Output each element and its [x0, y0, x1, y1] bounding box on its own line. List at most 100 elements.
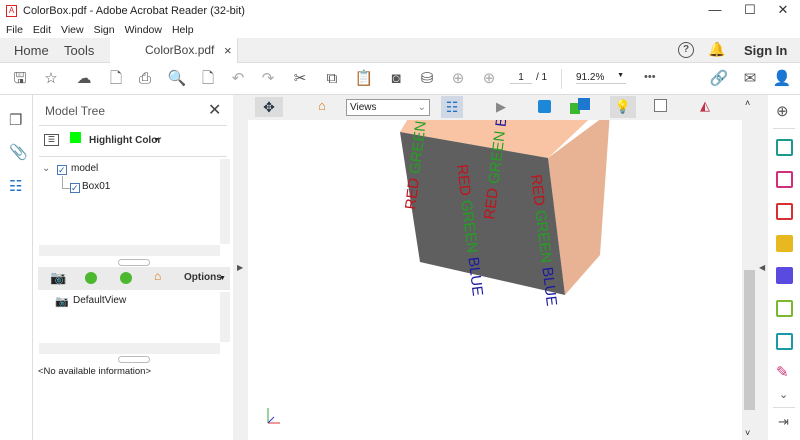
tab-tools[interactable]: Tools [64, 38, 94, 63]
chevron-down-icon[interactable]: ▼ [153, 137, 160, 144]
expand-chevron-icon[interactable]: ⌄ [42, 163, 50, 174]
zoom-select[interactable]: 91.2% ▼ [576, 72, 626, 84]
previous-page-icon[interactable]: ⊕ [448, 69, 468, 89]
tab-document[interactable]: ColorBox.pdf × [110, 38, 238, 64]
menu-bar: File Edit View Sign Window Help [0, 21, 800, 38]
email-icon[interactable]: ✉ [740, 69, 760, 89]
views-select-value: Views [350, 102, 377, 113]
zoom-search-icon[interactable]: 🔍 [167, 69, 187, 89]
edit-pdf-icon[interactable] [776, 333, 793, 350]
list-options-icon[interactable]: ☰ [44, 134, 59, 146]
minimize-button[interactable]: — [700, 2, 730, 19]
menu-window[interactable]: Window [125, 24, 162, 36]
toggle-model-tree-icon[interactable]: ☷ [441, 96, 463, 118]
upload-cloud-icon[interactable]: ☁ [74, 69, 94, 89]
copy-icon[interactable]: ⧉ [322, 69, 342, 89]
cut-icon[interactable]: ✂ [290, 69, 310, 89]
paste-clipboard-icon[interactable]: 📋 [354, 69, 374, 89]
help-icon[interactable]: ? [678, 42, 694, 58]
sign-in-button[interactable]: Sign In [744, 38, 787, 63]
next-page-icon[interactable]: ⊕ [479, 69, 499, 89]
next-view-icon[interactable] [120, 272, 132, 284]
highlight-color-label[interactable]: Highlight Color [89, 135, 161, 146]
fill-sign-icon[interactable]: ✎ [776, 363, 789, 381]
previous-view-icon[interactable] [85, 272, 97, 284]
menu-edit[interactable]: Edit [33, 24, 51, 36]
scroll-down-icon[interactable]: ˅ [745, 428, 750, 438]
collapse-rail-icon[interactable]: ⇥ [778, 414, 789, 430]
page-total: / 1 [536, 72, 548, 83]
comment-icon[interactable] [776, 235, 793, 252]
rotate-tool-icon[interactable]: ✥ [255, 97, 283, 117]
splitter-handle[interactable] [118, 259, 150, 266]
maximize-button[interactable]: ☐ [735, 2, 765, 19]
tree-node-model[interactable]: model [71, 163, 98, 174]
panel-collapse-strip[interactable]: ▶ [233, 95, 248, 440]
protect-file-icon[interactable]: 🗋 [106, 69, 126, 89]
scroll-up-icon[interactable]: ˄ [745, 98, 750, 108]
options-menu[interactable]: Options [184, 272, 222, 283]
3d-toolbar: ✥ ⌂ Views ⌄ ☷ ▶ 💡 ◭ [248, 95, 758, 120]
certify-file-icon[interactable]: 🗋 [198, 69, 218, 89]
default-view-home-icon[interactable]: ⌂ [318, 98, 326, 113]
create-pdf-icon[interactable] [776, 203, 793, 220]
lighting-icon[interactable]: 💡 [610, 96, 636, 118]
close-tab-button[interactable]: × [224, 38, 232, 63]
bookmark-star-icon[interactable]: ☆ [41, 69, 61, 89]
model-tree-icon[interactable]: ☷ [9, 177, 22, 195]
print-icon[interactable]: ⎙ [135, 69, 155, 89]
highlight-color-swatch[interactable] [70, 132, 81, 143]
tree-connector [62, 176, 70, 189]
redo-icon[interactable]: ↷ [258, 69, 278, 89]
model-checkbox[interactable]: ✓ [57, 165, 67, 175]
menu-file[interactable]: File [6, 24, 23, 36]
more-tools-chevron-icon[interactable]: ⌄ [779, 388, 788, 401]
camera-views-icon[interactable]: 📷 [50, 270, 66, 286]
collapse-arrow-icon[interactable]: ▶ [237, 263, 243, 272]
views-horizontal-scrollbar[interactable] [39, 343, 220, 354]
find-binoculars-icon[interactable]: ⛁ [417, 69, 437, 89]
tree-vertical-scrollbar[interactable] [220, 159, 230, 244]
menu-sign[interactable]: Sign [94, 24, 115, 36]
right-pane-toggle-strip[interactable]: ◀ [757, 95, 768, 440]
pages-icon[interactable]: ❐ [9, 111, 22, 129]
play-animation-icon[interactable]: ▶ [496, 99, 506, 115]
snapshot-camera-icon[interactable]: ◙ [386, 69, 406, 89]
right-tools-rail: ⊕ ✎ ⌄ ⇥ [768, 95, 800, 440]
splitter-handle[interactable] [118, 356, 150, 363]
view-item-defaultview[interactable]: DefaultView [73, 295, 126, 306]
notification-bell-icon[interactable]: 🔔 [708, 41, 725, 58]
close-window-button[interactable]: ✕ [768, 2, 798, 19]
model-tree-panel: Model Tree ✕ ☰ Highlight Color ▼ ⌄ ✓ mod… [33, 95, 233, 440]
attachments-paperclip-icon[interactable]: 📎 [9, 143, 28, 161]
export-pdf-icon[interactable] [776, 139, 793, 156]
close-panel-button[interactable]: ✕ [208, 100, 221, 120]
tree-horizontal-scrollbar[interactable] [39, 245, 220, 256]
projection-cube-icon[interactable] [538, 100, 551, 113]
background-color-icon[interactable] [654, 99, 667, 112]
views-vertical-scrollbar[interactable] [220, 292, 230, 342]
cross-section-icon[interactable]: ◭ [700, 98, 710, 114]
organize-pages-icon[interactable] [776, 171, 793, 188]
menu-view[interactable]: View [61, 24, 84, 36]
compress-pdf-icon[interactable] [776, 300, 793, 317]
undo-icon[interactable]: ↶ [228, 69, 248, 89]
combine-files-icon[interactable] [776, 267, 793, 284]
more-tools-button[interactable]: ••• [644, 71, 656, 83]
tree-node-box01[interactable]: Box01 [82, 181, 110, 192]
expand-arrow-icon[interactable]: ◀ [759, 263, 765, 272]
home-view-icon[interactable]: ⌂ [154, 269, 161, 283]
menu-help[interactable]: Help [172, 24, 194, 36]
box01-checkbox[interactable]: ✓ [70, 183, 80, 193]
3d-viewer[interactable]: RED GREEN BLUERED GREEN BLUERED GREEN BL… [248, 120, 742, 440]
vertical-scrollbar[interactable]: ˄ ˅ [742, 95, 757, 440]
zoom-in-icon[interactable]: ⊕ [776, 102, 789, 120]
save-icon[interactable]: 🖫 [10, 69, 30, 89]
page-number-input[interactable]: 1 [510, 72, 532, 84]
scrollbar-thumb[interactable] [744, 270, 755, 410]
views-select[interactable]: Views ⌄ [346, 99, 430, 116]
3d-cube-model[interactable]: RED GREEN BLUERED GREEN BLUERED GREEN BL… [248, 120, 742, 440]
add-user-icon[interactable]: 👤 [772, 69, 792, 89]
share-link-icon[interactable]: 🔗 [709, 69, 729, 89]
tab-home[interactable]: Home [14, 38, 49, 63]
